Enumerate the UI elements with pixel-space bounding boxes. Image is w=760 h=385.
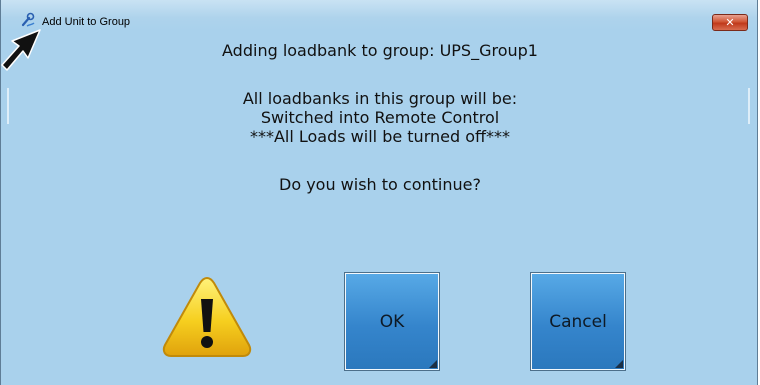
warning-heading: All loadbanks in this group will be: [242,89,518,108]
continue-question: Do you wish to continue? [279,175,481,194]
ok-button[interactable]: OK [345,273,439,370]
close-icon: ✕ [725,16,735,29]
cancel-button[interactable]: Cancel [531,273,625,370]
window-title: Add Unit to Group [42,16,131,28]
remote-control-note: Switched into Remote Control [260,108,500,127]
loads-off-note: ***All Loads will be turned off*** [249,127,511,146]
app-icon [21,12,35,27]
warning-icon [162,276,252,357]
title-bar[interactable]: Add Unit to Group ✕ [1,0,757,31]
dialog-window: Add Unit to Group ✕ Adding loadbank to g… [0,0,758,385]
close-button[interactable]: ✕ [712,14,748,31]
group-message: Adding loadbank to group: UPS_Group1 [222,41,538,60]
mouse-cursor-icon [1,29,41,71]
